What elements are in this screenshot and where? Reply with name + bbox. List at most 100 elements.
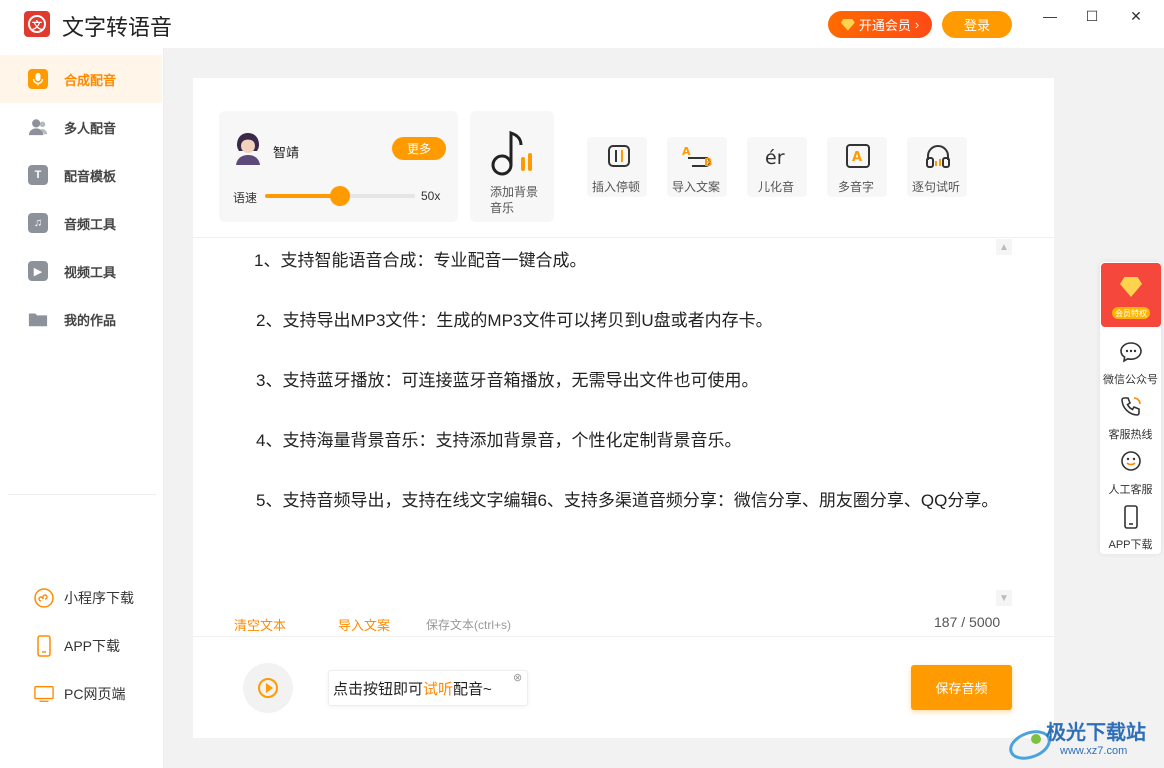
vip-button[interactable]: 开通会员 › — [828, 11, 932, 38]
svg-text:ér: ér — [765, 147, 785, 168]
wechat-official-button[interactable]: 微信公众号 — [1100, 340, 1161, 387]
float-item-label: APP下载 — [1108, 539, 1153, 551]
speed-value: 50x — [421, 189, 441, 203]
watermark-url: www.xz7.com — [1060, 745, 1128, 757]
tip-text-suffix: 配音~ — [453, 680, 492, 698]
diamond-icon — [840, 18, 855, 31]
speed-slider-fill — [265, 194, 340, 198]
save-text-button[interactable]: 保存文本(ctrl+s) — [426, 616, 511, 633]
login-button[interactable]: 登录 — [942, 11, 1012, 38]
folder-icon — [28, 309, 48, 329]
save-audio-button[interactable]: 保存音频 — [911, 665, 1012, 710]
tool-label: 插入停顿 — [592, 180, 641, 194]
mobile-icon — [1123, 505, 1138, 529]
sidebar-item-label: 多人配音 — [64, 120, 117, 136]
sidebar-item-synthesis[interactable]: 合成配音 — [0, 55, 162, 103]
pause-insert-icon — [608, 145, 630, 167]
tip-text-prefix: 点击按钮即可 — [333, 680, 424, 698]
watermark-text: 极光下载站 — [1046, 720, 1146, 744]
app-title: 文字转语音 — [62, 16, 173, 41]
tool-label: 多音字 — [838, 180, 875, 194]
sidebar-item-my-works[interactable]: 我的作品 — [0, 295, 162, 343]
play-preview-button[interactable] — [243, 663, 293, 713]
tip-text-highlight: 试听 — [423, 680, 454, 698]
content-paragraph: 3、支持蓝牙播放：可连接蓝牙音箱播放，无需导出文件也可使用。 — [256, 371, 759, 390]
video-icon: ▶ — [28, 261, 48, 281]
sidebar-item-label: 配音模板 — [64, 168, 117, 184]
phone-icon — [34, 635, 54, 657]
import-text-icon: A B — [682, 145, 712, 168]
wechat-icon — [1119, 342, 1142, 363]
sidebar-item-label: 视频工具 — [64, 264, 117, 280]
sidebar-item-audio-tools[interactable]: ♫ 音频工具 — [0, 199, 162, 247]
svg-text:A: A — [682, 145, 691, 158]
sidebar-item-label: 音频工具 — [64, 216, 117, 232]
svg-text:B: B — [704, 156, 712, 168]
tool-label: 逐句试听 — [912, 180, 961, 194]
more-voices-button[interactable]: 更多 — [392, 137, 446, 160]
play-icon — [258, 678, 278, 698]
tool-label: 儿化音 — [758, 180, 795, 194]
float-app-download-button[interactable]: APP下载 — [1100, 505, 1161, 552]
users-icon — [28, 117, 48, 137]
sidebar-item-multi-voice[interactable]: 多人配音 — [0, 103, 162, 151]
content-paragraph: 2、支持导出MP3文件：生成的MP3文件可以拷贝到U盘或者内存卡。 — [256, 311, 773, 330]
mini-program-download-link[interactable]: 小程序下载 — [0, 578, 162, 618]
text-editor[interactable] — [193, 237, 1054, 607]
side-link-label: 小程序下载 — [64, 590, 134, 606]
side-link-label: APP下载 — [64, 638, 121, 654]
sidebar-item-label: 我的作品 — [64, 312, 117, 328]
live-support-button[interactable]: 人工客服 — [1100, 450, 1161, 497]
content-paragraph: 4、支持海量背景音乐：支持添加背景音，个性化定制背景音乐。 — [256, 431, 742, 450]
content-paragraph: 5、支持音频导出，支持在线文字编辑6、支持多渠道音频分享：微信分享、朋友圈分享、… — [256, 491, 999, 510]
monitor-icon — [34, 684, 54, 704]
sidebar-item-video-tools[interactable]: ▶ 视频工具 — [0, 247, 162, 295]
sidebar-divider — [8, 494, 156, 495]
polyphone-icon: A — [846, 144, 870, 168]
svg-text:A: A — [852, 150, 862, 165]
hotline-button[interactable]: 客服热线 — [1100, 395, 1161, 442]
import-text-button[interactable]: 导入文案 — [338, 615, 390, 634]
speed-label: 语速 — [233, 191, 258, 205]
float-item-label: 微信公众号 — [1103, 374, 1158, 386]
title-bar: 文 文字转语音 开通会员 › 登录 — ☐ ✕ — [0, 0, 1164, 48]
minimize-icon[interactable]: — — [1038, 6, 1062, 26]
er-sound-icon: ér — [765, 147, 785, 168]
template-icon: T — [28, 165, 48, 185]
sidebar-item-template[interactable]: T 配音模板 — [0, 151, 162, 199]
clear-text-button[interactable]: 清空文本 — [234, 615, 286, 634]
preview-tip: 点击按钮即可 试听 配音~ — [328, 670, 528, 706]
close-icon[interactable]: ✕ — [1124, 6, 1148, 26]
app-download-link[interactable]: APP下载 — [0, 626, 162, 666]
close-tip-icon[interactable]: ⊗ — [513, 671, 522, 684]
mini-program-icon — [34, 588, 54, 608]
headphones-icon — [926, 145, 950, 168]
add-bgm-label: 添加背景音乐 — [490, 185, 539, 215]
float-item-label: 客服热线 — [1108, 429, 1153, 441]
speed-slider-thumb[interactable] — [330, 186, 350, 206]
voice-name: 智靖 — [273, 145, 300, 160]
vip-button-label: 开通会员 — [858, 18, 911, 33]
chevron-right-icon: › — [914, 17, 920, 32]
pc-web-link[interactable]: PC网页端 — [0, 674, 162, 714]
footer-divider — [193, 636, 1054, 637]
scroll-up-icon[interactable]: ▲ — [996, 239, 1012, 255]
music-note-icon — [491, 130, 532, 176]
voice-avatar[interactable] — [233, 131, 263, 165]
side-link-label: PC网页端 — [64, 686, 126, 702]
microphone-icon — [28, 69, 48, 89]
float-item-label: 人工客服 — [1108, 484, 1153, 496]
app-logo-icon: 文 — [24, 11, 50, 37]
phone-call-icon — [1120, 397, 1141, 416]
character-count: 187 / 5000 — [934, 614, 1001, 630]
maximize-icon[interactable]: ☐ — [1080, 6, 1104, 26]
customer-service-icon — [1120, 451, 1141, 471]
music-note-icon: ♫ — [28, 213, 48, 233]
tool-label: 导入文案 — [672, 180, 721, 194]
content-paragraph: 1、支持智能语音合成：专业配音一键合成。 — [254, 251, 587, 270]
sidebar-item-label: 合成配音 — [64, 72, 117, 88]
scroll-down-icon[interactable]: ▼ — [996, 590, 1012, 606]
vip-privilege-label: 会员特权 — [1112, 307, 1150, 319]
vip-privilege-button[interactable]: 会员特权 — [1101, 263, 1161, 327]
diamond-icon — [1120, 277, 1142, 297]
